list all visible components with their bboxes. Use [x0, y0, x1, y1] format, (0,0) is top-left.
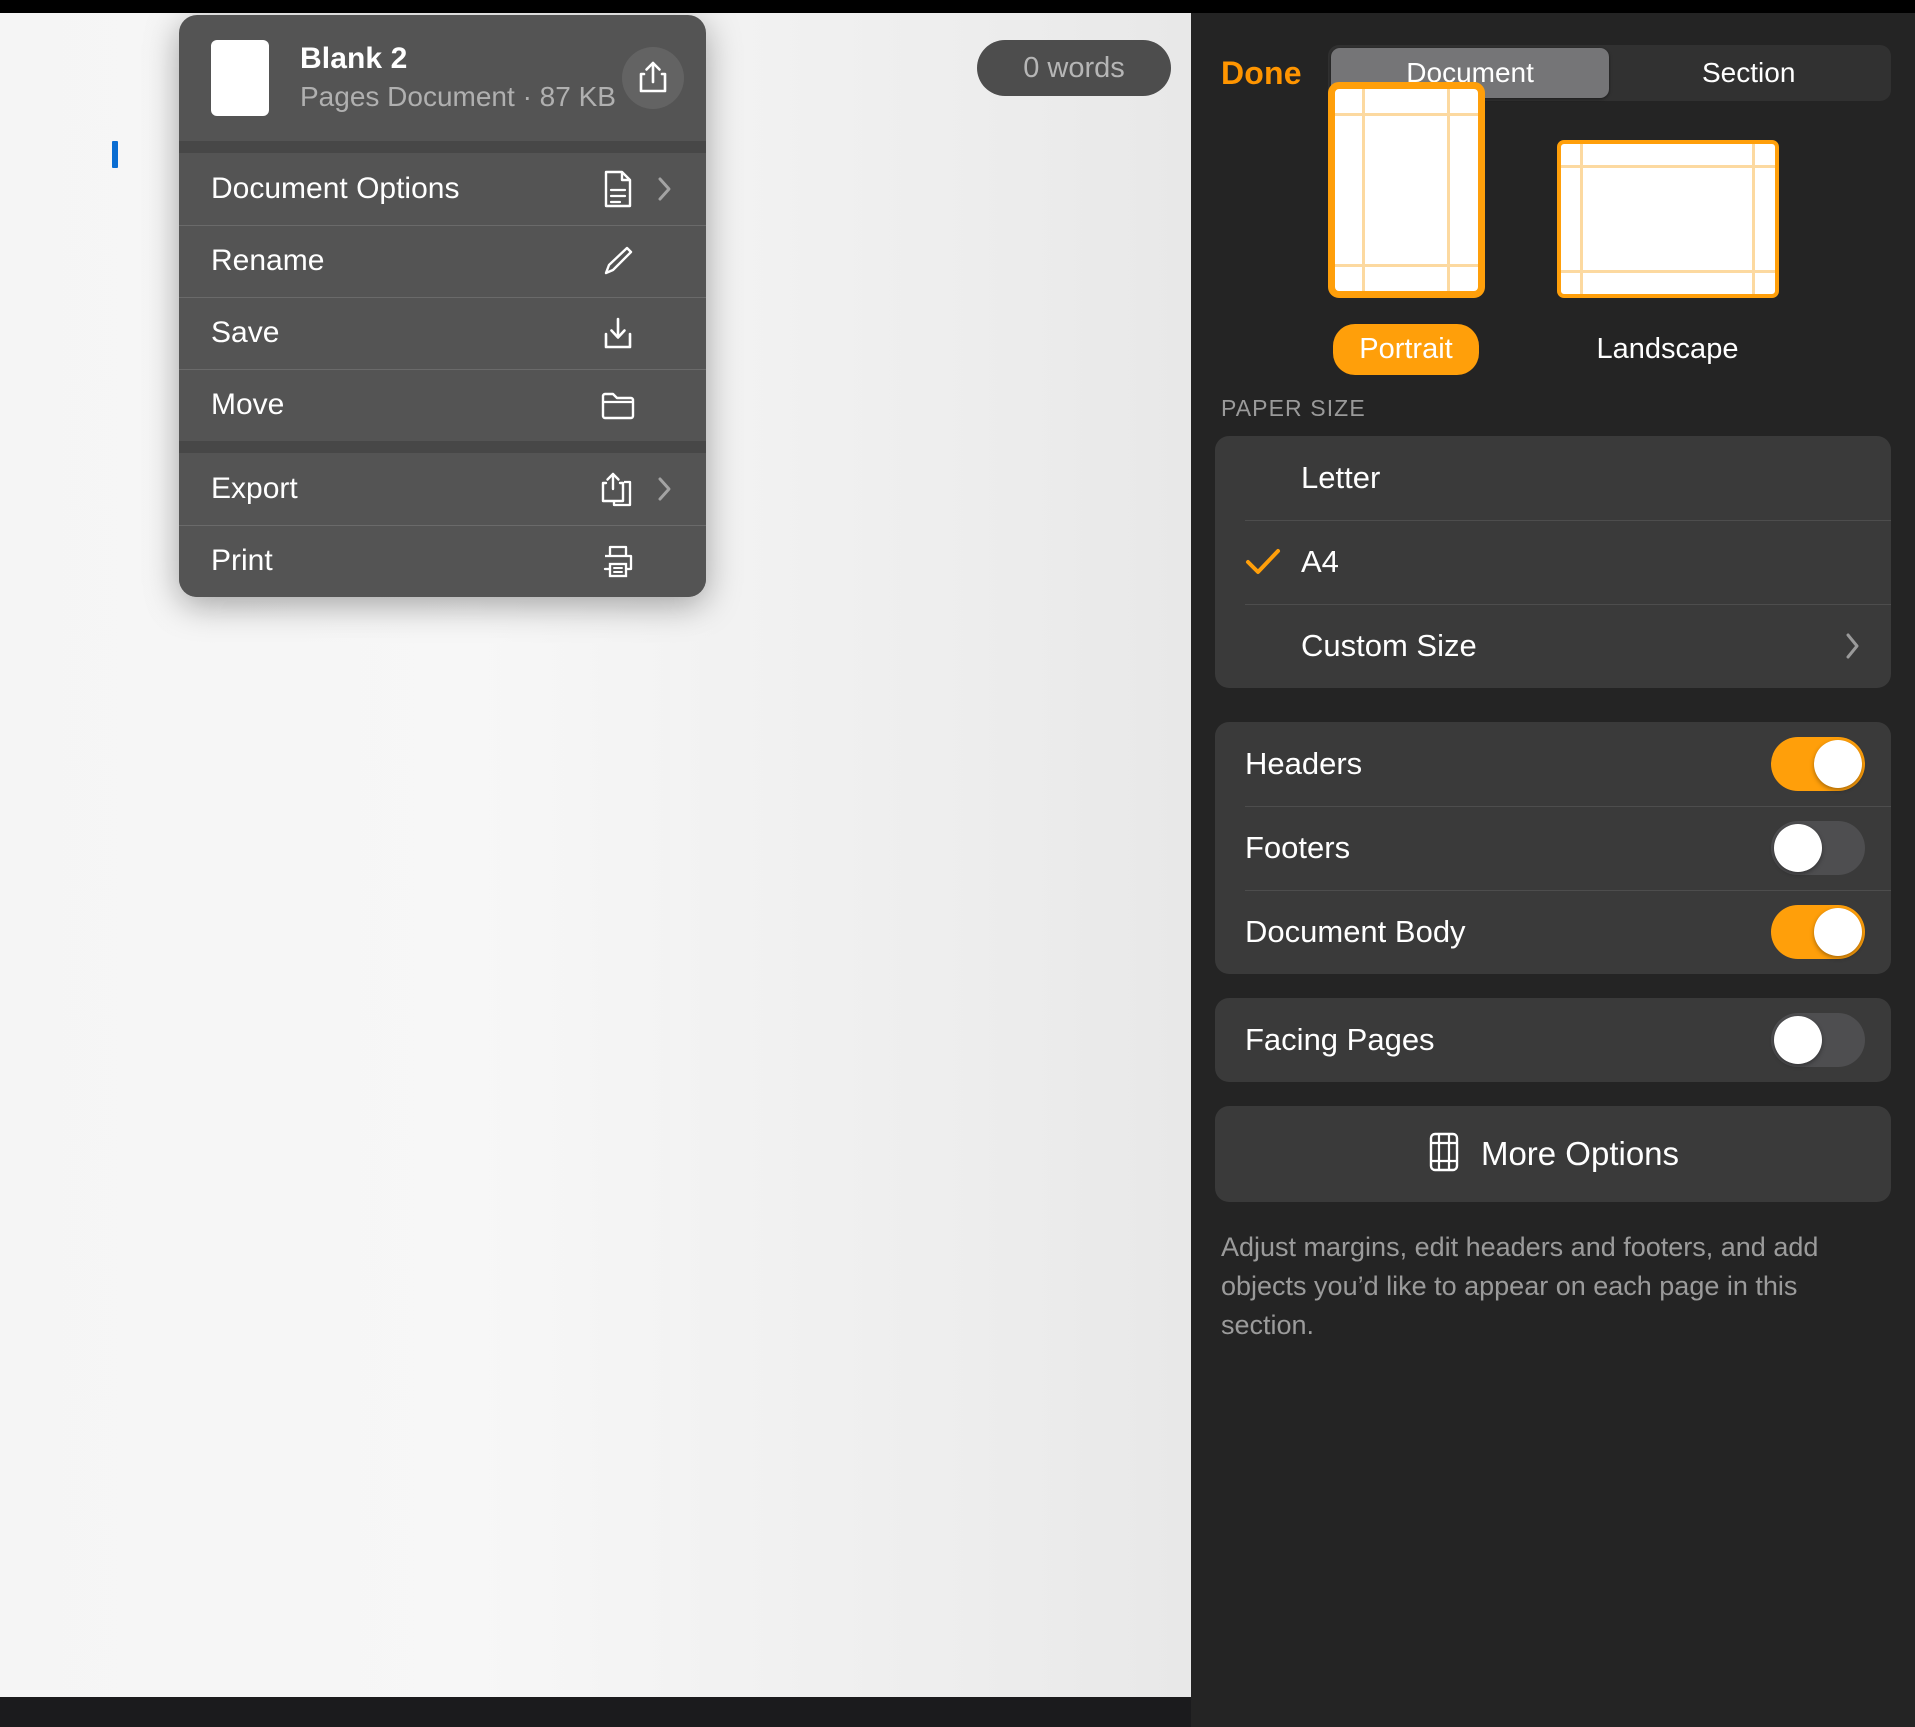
more-options-button[interactable]: More Options — [1215, 1106, 1891, 1202]
menu-header: Blank 2 Pages Document · 87 KB — [179, 15, 706, 141]
portrait-label[interactable]: Portrait — [1333, 324, 1479, 375]
orientation-option-portrait[interactable]: Portrait — [1327, 82, 1485, 375]
margin-guide-top — [1560, 165, 1775, 168]
checkmark-icon — [1245, 547, 1301, 577]
paper-size-label: Letter — [1301, 460, 1381, 495]
menu-item-print[interactable]: Print — [179, 525, 706, 597]
share-stack-icon — [598, 469, 638, 509]
done-button[interactable]: Done — [1221, 55, 1302, 92]
row-headers[interactable]: Headers — [1215, 722, 1891, 806]
paper-size-option-letter[interactable]: Letter — [1215, 436, 1891, 520]
folder-icon — [598, 385, 638, 425]
toggle-knob — [1814, 740, 1862, 788]
document-menu-popover: Blank 2 Pages Document · 87 KB Document … — [179, 15, 706, 597]
facing-pages-toggle[interactable] — [1771, 1013, 1865, 1067]
menu-document-meta: Blank 2 Pages Document · 87 KB — [300, 41, 622, 116]
menu-divider-middle — [179, 441, 706, 453]
margin-guide-right — [1447, 89, 1451, 291]
menu-item-label: Document Options — [211, 172, 460, 205]
landscape-page-preview[interactable] — [1556, 140, 1779, 298]
menu-divider-top — [179, 141, 706, 153]
document-subtitle: Pages Document · 87 KB — [300, 81, 616, 112]
document-bottom-bar — [0, 1697, 1191, 1727]
menu-item-rename[interactable]: Rename — [179, 225, 706, 297]
tab-section[interactable]: Section — [1609, 48, 1888, 98]
menu-item-label: Move — [211, 388, 285, 421]
landscape-label[interactable]: Landscape — [1571, 324, 1765, 375]
menu-item-move[interactable]: Move — [179, 369, 706, 441]
menu-item-export[interactable]: Export — [179, 453, 706, 525]
document-icon — [598, 169, 638, 209]
share-button[interactable] — [622, 47, 684, 109]
toggle-knob — [1774, 1016, 1822, 1064]
document-title: Blank 2 — [300, 41, 408, 75]
margin-guide-bottom — [1334, 263, 1478, 267]
document-body-toggle[interactable] — [1771, 905, 1865, 959]
menu-item-label: Rename — [211, 244, 325, 277]
share-icon — [639, 61, 667, 93]
chevron-right-icon — [652, 176, 678, 202]
facing-pages-group: Facing Pages — [1215, 998, 1891, 1082]
paper-size-header: PAPER SIZE — [1221, 395, 1366, 421]
row-document-body[interactable]: Document Body — [1215, 890, 1891, 974]
row-facing-pages[interactable]: Facing Pages — [1215, 998, 1891, 1082]
headers-label: Headers — [1245, 746, 1363, 781]
paper-size-label: A4 — [1301, 544, 1339, 579]
headers-toggle[interactable] — [1771, 737, 1865, 791]
app-root: 0 words Blank 2 Pages Document · 87 KB D… — [0, 0, 1915, 1727]
page-margins-icon — [1427, 1131, 1461, 1178]
row-footers[interactable]: Footers — [1215, 806, 1891, 890]
paper-size-group: Letter A4 Custom Size — [1215, 436, 1891, 688]
download-icon — [598, 313, 638, 353]
document-thumbnail — [211, 40, 269, 116]
document-inspector-panel: Done Document Section Portrait Landscape… — [1191, 13, 1915, 1727]
paper-size-option-a4[interactable]: A4 — [1215, 520, 1891, 604]
margin-guide-bottom — [1560, 270, 1775, 273]
menu-item-label: Export — [211, 472, 298, 505]
margin-guide-top — [1334, 113, 1478, 117]
word-count-badge[interactable]: 0 words — [977, 40, 1171, 96]
facing-pages-label: Facing Pages — [1245, 1022, 1435, 1057]
word-count-label: 0 words — [1023, 51, 1125, 84]
portrait-page-preview[interactable] — [1327, 82, 1485, 298]
paper-size-option-custom[interactable]: Custom Size — [1215, 604, 1891, 688]
menu-item-label: Save — [211, 316, 280, 349]
inspector-footnote: Adjust margins, edit headers and footers… — [1221, 1232, 1819, 1341]
footers-toggle[interactable] — [1771, 821, 1865, 875]
chevron-right-icon — [652, 476, 678, 502]
menu-item-save[interactable]: Save — [179, 297, 706, 369]
toggle-knob — [1814, 908, 1862, 956]
margin-guide-left — [1361, 89, 1365, 291]
orientation-option-landscape[interactable]: Landscape — [1556, 140, 1779, 375]
toggle-knob — [1774, 824, 1822, 872]
text-cursor — [112, 141, 118, 168]
paper-size-label: Custom Size — [1301, 628, 1477, 663]
printer-icon — [598, 541, 638, 581]
menu-item-label: Print — [211, 544, 273, 577]
page-elements-group: Headers Footers Document Body — [1215, 722, 1891, 974]
orientation-picker: Portrait Landscape — [1191, 82, 1915, 375]
inspector-header: Done Document Section — [1191, 13, 1915, 105]
document-body-label: Document Body — [1245, 914, 1466, 949]
pencil-icon — [598, 241, 638, 281]
more-options-label: More Options — [1480, 1135, 1680, 1172]
chevron-right-icon — [1841, 632, 1865, 660]
footers-label: Footers — [1245, 830, 1351, 865]
tab-label: Section — [1702, 57, 1796, 88]
menu-item-document-options[interactable]: Document Options — [179, 153, 706, 225]
